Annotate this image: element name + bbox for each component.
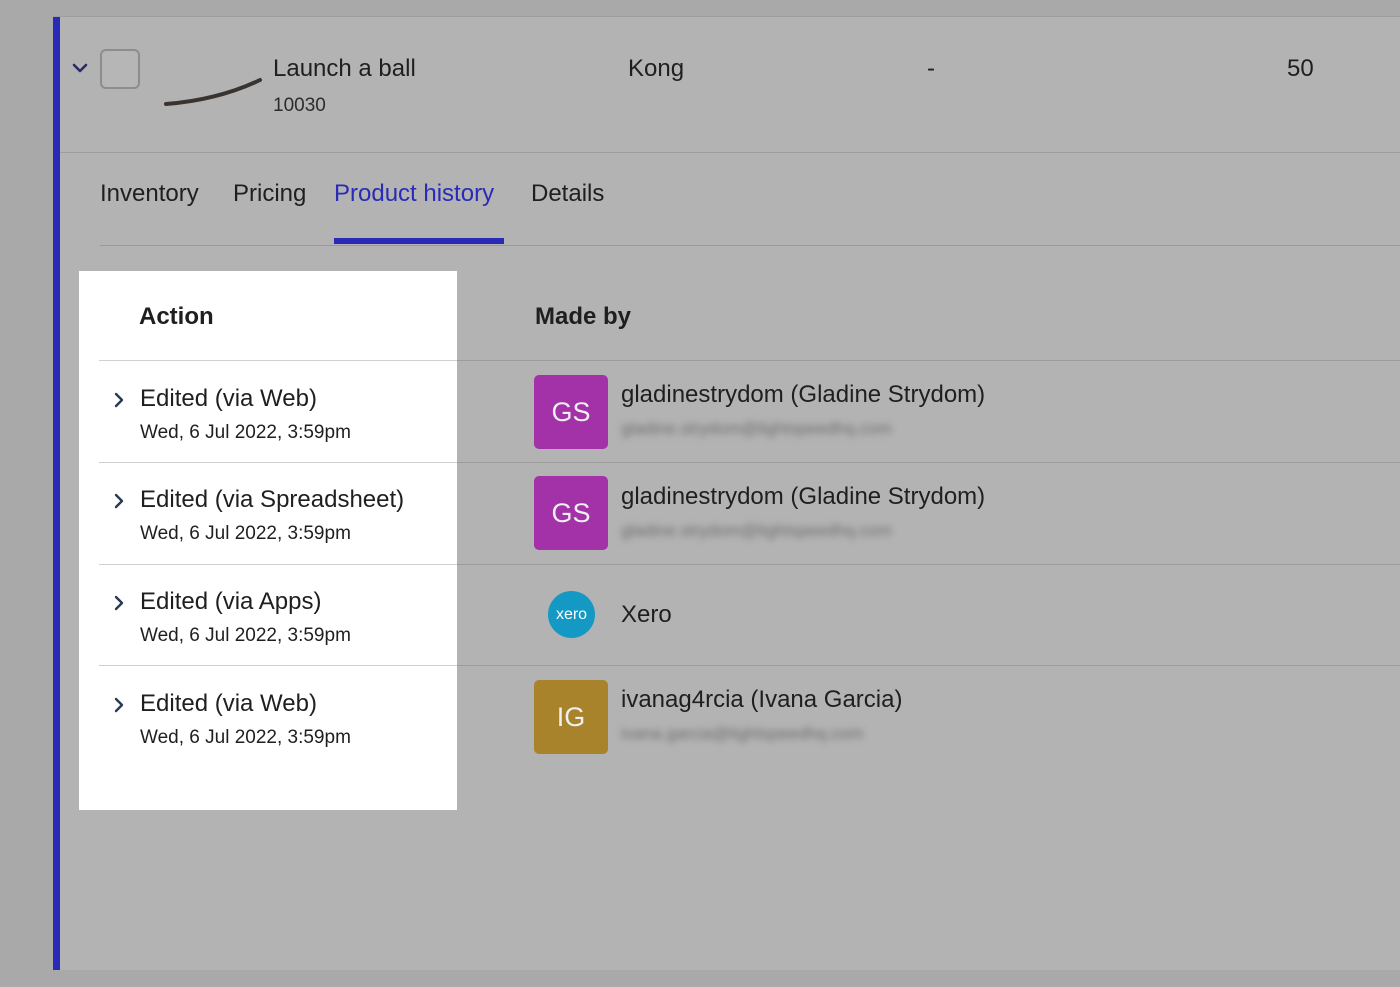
history-date: Wed, 6 Jul 2022, 3:59pm xyxy=(140,625,351,646)
history-user: gladinestrydom (Gladine Strydom) xyxy=(621,483,986,510)
chevron-right-icon[interactable] xyxy=(110,593,128,613)
bottom-backdrop xyxy=(0,970,1400,987)
history-action[interactable]: Edited (via Spreadsheet) xyxy=(140,486,404,514)
history-user-email: gladine.strydom@lightspeedhq.com xyxy=(621,419,892,438)
product-sku: 10030 xyxy=(273,95,326,116)
history-date: Wed, 6 Jul 2022, 3:59pm xyxy=(140,422,351,443)
column-header-made-by: Made by xyxy=(535,303,632,330)
tabs-baseline xyxy=(100,245,1400,246)
chevron-down-icon[interactable] xyxy=(70,58,90,78)
history-user: gladinestrydom (Gladine Strydom) xyxy=(621,381,986,408)
avatar: GS xyxy=(534,476,608,550)
chevron-right-icon[interactable] xyxy=(110,491,128,511)
product-name[interactable]: Launch a ball xyxy=(273,55,416,83)
product-supplier: - xyxy=(927,55,935,82)
history-action[interactable]: Edited (via Apps) xyxy=(140,588,321,616)
history-date: Wed, 6 Jul 2022, 3:59pm xyxy=(140,727,351,748)
product-quantity: 50 xyxy=(1287,55,1314,82)
product-brand: Kong xyxy=(628,55,685,82)
table-divider xyxy=(99,360,1400,361)
row-select-checkbox[interactable] xyxy=(100,49,140,89)
row-divider xyxy=(60,152,1400,153)
avatar: GS xyxy=(534,375,608,449)
history-user-email: ivana.garcia@lightspeedhq.com xyxy=(621,724,864,743)
product-thumbnail[interactable] xyxy=(163,72,263,112)
history-user: ivanag4rcia (Ivana Garcia) xyxy=(621,686,903,713)
xero-logo-icon: xero xyxy=(548,591,595,638)
history-action[interactable]: Edited (via Web) xyxy=(140,690,317,718)
avatar: IG xyxy=(534,680,608,754)
table-divider xyxy=(99,564,1400,565)
active-tab-indicator xyxy=(334,238,504,244)
table-divider xyxy=(99,665,1400,666)
chevron-right-icon[interactable] xyxy=(110,390,128,410)
tab-details[interactable]: Details xyxy=(531,180,604,208)
history-user-email: gladine.strydom@lightspeedhq.com xyxy=(621,521,892,540)
tab-pricing[interactable]: Pricing xyxy=(233,180,306,208)
history-action[interactable]: Edited (via Web) xyxy=(140,385,317,413)
history-user: Xero xyxy=(621,601,672,628)
column-header-action: Action xyxy=(139,303,214,330)
tab-inventory[interactable]: Inventory xyxy=(100,180,199,208)
tab-product-history[interactable]: Product history xyxy=(334,180,494,208)
chevron-right-icon[interactable] xyxy=(110,695,128,715)
table-divider xyxy=(99,462,1400,463)
history-date: Wed, 6 Jul 2022, 3:59pm xyxy=(140,523,351,544)
